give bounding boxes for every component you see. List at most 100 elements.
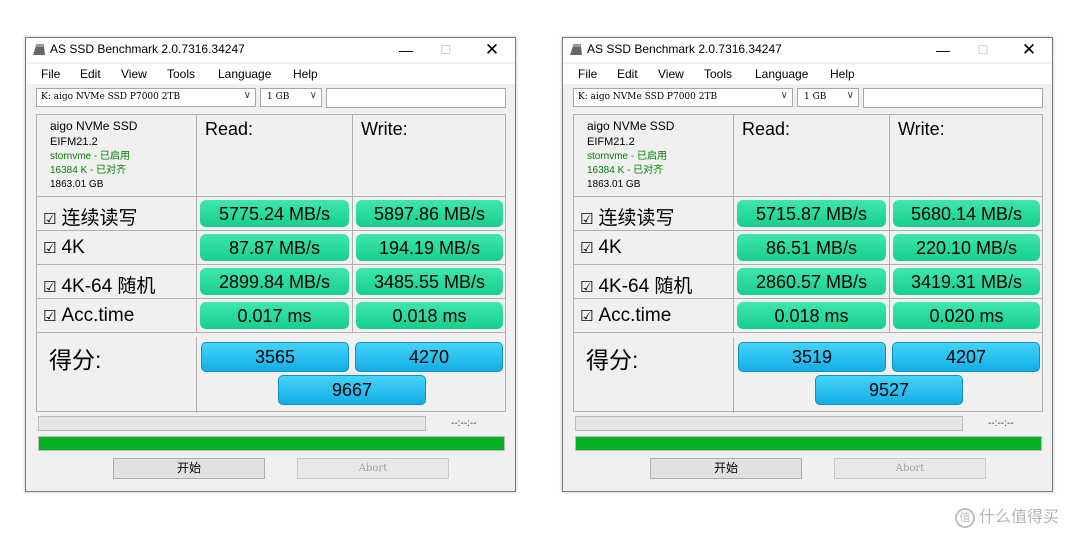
- row-acctime-label[interactable]: ☑ Acc.time: [37, 299, 197, 333]
- row-seq-label[interactable]: ☑ 连续读写: [37, 197, 197, 231]
- menu-help[interactable]: Help: [293, 67, 318, 81]
- close-button[interactable]: ✕: [1009, 40, 1049, 60]
- menu-file[interactable]: File: [578, 67, 597, 81]
- write-header: Write:: [890, 115, 1043, 197]
- acctime-read-value: 0.018 ms: [737, 302, 886, 329]
- start-button[interactable]: 开始: [650, 458, 802, 479]
- menu-view[interactable]: View: [121, 67, 147, 81]
- checkbox-icon[interactable]: ☑: [43, 308, 56, 325]
- score-total: 9527: [815, 375, 963, 405]
- menu-tools[interactable]: Tools: [704, 67, 732, 81]
- 4k-write-cell: 194.19 MB/s: [353, 231, 506, 265]
- minimize-button[interactable]: —: [923, 40, 963, 60]
- checkbox-icon[interactable]: ☑: [580, 308, 593, 325]
- row-seq-label[interactable]: ☑ 连续读写: [574, 197, 734, 231]
- chevron-down-icon: ∨: [309, 90, 317, 101]
- score-read: 3519: [738, 342, 886, 372]
- row-4k-label[interactable]: ☑ 4K: [37, 231, 197, 265]
- acctime-read-cell: 0.017 ms: [197, 299, 353, 333]
- progress-bar-current: [575, 416, 963, 431]
- 4k64-read-value: 2860.57 MB/s: [737, 268, 886, 295]
- abort-button[interactable]: Abort: [297, 458, 449, 479]
- acctime-read-cell: 0.018 ms: [734, 299, 890, 333]
- row-label: 4K-64 随机: [598, 276, 693, 297]
- start-button[interactable]: 开始: [113, 458, 265, 479]
- title-bar: AS SSD Benchmark 2.0.7316.34247 — ☐ ✕: [563, 38, 1052, 62]
- chevron-down-icon: ∨: [780, 90, 788, 101]
- drive-select-value: K: aigo NVMe SSD P7000 2TB: [578, 92, 718, 102]
- driver-status: stornvme - 已启用: [50, 151, 131, 162]
- row-4k64-label[interactable]: ☑ 4K-64 随机: [574, 265, 734, 299]
- menu-language[interactable]: Language: [218, 67, 271, 81]
- 4k64-read-cell: 2899.84 MB/s: [197, 265, 353, 299]
- row-4k-label[interactable]: ☑ 4K: [574, 231, 734, 265]
- abort-button[interactable]: Abort: [834, 458, 986, 479]
- acctime-read-value: 0.017 ms: [200, 302, 349, 329]
- drive-select[interactable]: K: aigo NVMe SSD P7000 2TB ∨: [573, 88, 793, 107]
- menu-edit[interactable]: Edit: [617, 67, 638, 81]
- firmware: EIFM21.2: [50, 136, 98, 148]
- menu-bar: File Edit View Tools Language Help: [563, 64, 1052, 84]
- read-header: Read:: [734, 115, 890, 197]
- firmware: EIFM21.2: [587, 136, 635, 148]
- acctime-write-cell: 0.018 ms: [353, 299, 506, 333]
- seq-write-value: 5680.14 MB/s: [893, 200, 1040, 227]
- text-field[interactable]: [326, 88, 506, 108]
- drive-select-value: K: aigo NVMe SSD P7000 2TB: [41, 92, 181, 102]
- seq-read-value: 5775.24 MB/s: [200, 200, 349, 227]
- timer: --:--:--: [988, 418, 1014, 429]
- seq-write-value: 5897.86 MB/s: [356, 200, 503, 227]
- menu-file[interactable]: File: [41, 67, 60, 81]
- watermark-text: 什么值得买: [979, 509, 1060, 526]
- 4k-write-value: 220.10 MB/s: [893, 234, 1040, 261]
- checkbox-icon[interactable]: ☑: [580, 211, 593, 228]
- 4k-read-value: 86.51 MB/s: [737, 234, 886, 261]
- benchmark-window-2: AS SSD Benchmark 2.0.7316.34247 — ☐ ✕ Fi…: [562, 37, 1053, 492]
- 4k-write-value: 194.19 MB/s: [356, 234, 503, 261]
- maximize-button[interactable]: ☐: [426, 40, 466, 60]
- 4k64-read-cell: 2860.57 MB/s: [734, 265, 890, 299]
- 4k-read-cell: 87.87 MB/s: [197, 231, 353, 265]
- close-button[interactable]: ✕: [472, 40, 512, 60]
- score-total: 9667: [278, 375, 426, 405]
- driver-status: stornvme - 已启用: [587, 151, 668, 162]
- capacity: 1863.01 GB: [50, 179, 104, 190]
- score-write: 4207: [892, 342, 1040, 372]
- row-acctime-label[interactable]: ☑ Acc.time: [574, 299, 734, 333]
- 4k64-write-value: 3419.31 MB/s: [893, 268, 1040, 295]
- size-select[interactable]: 1 GB ∨: [797, 88, 859, 107]
- text-field[interactable]: [863, 88, 1043, 108]
- window-title: AS SSD Benchmark 2.0.7316.34247: [587, 42, 782, 56]
- seq-write-cell: 5897.86 MB/s: [353, 197, 506, 231]
- drive-model: aigo NVMe SSD: [50, 119, 138, 133]
- checkbox-icon[interactable]: ☑: [580, 279, 593, 296]
- menu-help[interactable]: Help: [830, 67, 855, 81]
- checkbox-icon[interactable]: ☑: [43, 240, 56, 257]
- 4k64-write-cell: 3485.55 MB/s: [353, 265, 506, 299]
- capacity: 1863.01 GB: [587, 179, 641, 190]
- write-header: Write:: [353, 115, 506, 197]
- acctime-write-value: 0.020 ms: [893, 302, 1040, 329]
- drive-select[interactable]: K: aigo NVMe SSD P7000 2TB ∨: [36, 88, 256, 107]
- read-header: Read:: [197, 115, 353, 197]
- results-grid: aigo NVMe SSD EIFM21.2 stornvme - 已启用 16…: [573, 114, 1043, 413]
- menu-view[interactable]: View: [658, 67, 684, 81]
- menu-tools[interactable]: Tools: [167, 67, 195, 81]
- app-icon: [33, 44, 45, 55]
- maximize-button[interactable]: ☐: [963, 40, 1003, 60]
- checkbox-icon[interactable]: ☑: [580, 240, 593, 257]
- 4k-read-value: 87.87 MB/s: [200, 234, 349, 261]
- minimize-button[interactable]: —: [386, 40, 426, 60]
- checkbox-icon[interactable]: ☑: [43, 211, 56, 228]
- chevron-down-icon: ∨: [846, 90, 854, 101]
- menu-edit[interactable]: Edit: [80, 67, 101, 81]
- checkbox-icon[interactable]: ☑: [43, 279, 56, 296]
- size-select-value: 1 GB: [267, 92, 290, 102]
- window-title: AS SSD Benchmark 2.0.7316.34247: [50, 42, 245, 56]
- menu-language[interactable]: Language: [755, 67, 808, 81]
- size-select[interactable]: 1 GB ∨: [260, 88, 322, 107]
- 4k64-write-cell: 3419.31 MB/s: [890, 265, 1043, 299]
- 4k-write-cell: 220.10 MB/s: [890, 231, 1043, 265]
- score-label: 得分:: [37, 337, 197, 413]
- row-4k64-label[interactable]: ☑ 4K-64 随机: [37, 265, 197, 299]
